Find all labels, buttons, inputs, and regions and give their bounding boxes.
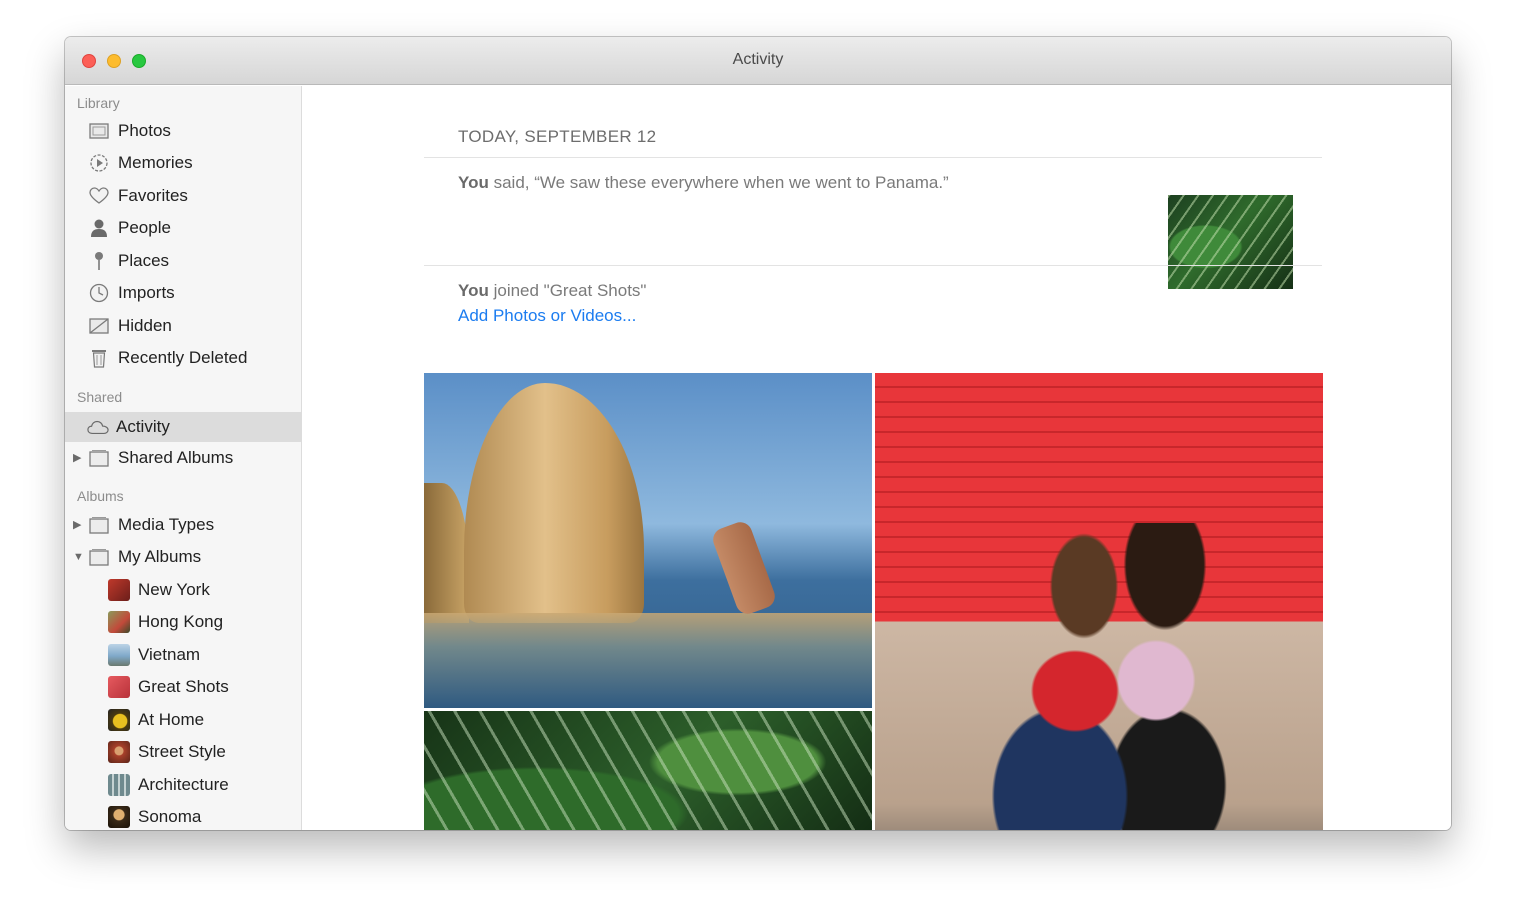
album-thumbnail — [108, 676, 130, 698]
shared-photo-red-wall[interactable] — [875, 373, 1323, 830]
sidebar-album-at-home[interactable]: At Home — [65, 705, 301, 735]
sidebar-item-recently-deleted[interactable]: Recently Deleted — [65, 343, 301, 373]
comment-text: said, “We saw these everywhere when we w… — [488, 173, 949, 192]
sidebar-album-street-style[interactable]: Street Style — [65, 737, 301, 767]
person-icon — [88, 218, 110, 238]
album-icon — [88, 547, 110, 567]
join-text: joined "Great Shots" — [488, 281, 647, 300]
albums-header: Albums — [77, 488, 124, 504]
sidebar-item-imports[interactable]: Imports — [65, 278, 301, 308]
photo-detail — [709, 518, 779, 618]
hidden-icon — [88, 316, 110, 336]
pin-icon — [88, 251, 110, 271]
sidebar-album-hong-kong[interactable]: Hong Kong — [65, 607, 301, 637]
photos-icon — [88, 121, 110, 141]
disclosure-collapsed-icon[interactable]: ▶ — [73, 518, 85, 532]
album-icon — [88, 448, 110, 468]
divider — [424, 157, 1322, 158]
album-thumbnail — [108, 644, 130, 666]
divider — [424, 265, 1322, 266]
sidebar-item-people[interactable]: People — [65, 213, 301, 243]
album-thumbnail — [108, 709, 130, 731]
comment-entry: You said, “We saw these everywhere when … — [458, 173, 949, 193]
sidebar-album-great-shots[interactable]: Great Shots — [65, 672, 301, 702]
title-bar: Activity — [65, 37, 1451, 85]
album-thumbnail — [108, 774, 130, 796]
sidebar: Library Photos Memories Favorites People — [65, 86, 302, 830]
album-thumbnail — [108, 741, 130, 763]
sidebar-item-hidden[interactable]: Hidden — [65, 311, 301, 341]
album-thumbnail — [108, 579, 130, 601]
sidebar-album-sonoma[interactable]: Sonoma — [65, 802, 301, 830]
shared-photo-cliff-diver[interactable] — [424, 373, 872, 708]
sidebar-album-architecture[interactable]: Architecture — [65, 770, 301, 800]
activity-feed: TODAY, SEPTEMBER 12 You said, “We saw th… — [303, 86, 1451, 830]
cloud-icon — [87, 417, 109, 437]
memories-icon — [88, 153, 110, 173]
add-photos-link[interactable]: Add Photos or Videos... — [458, 306, 636, 326]
comment-author: You — [458, 173, 489, 192]
disclosure-collapsed-icon[interactable]: ▶ — [73, 451, 85, 465]
shared-header: Shared — [77, 389, 123, 405]
photo-detail — [424, 483, 469, 623]
sidebar-item-memories[interactable]: Memories — [65, 148, 301, 178]
sidebar-item-media-types[interactable]: ▶ Media Types — [65, 510, 301, 540]
album-icon — [88, 515, 110, 535]
photo-detail — [464, 383, 644, 623]
album-thumbnail — [108, 806, 130, 828]
sidebar-item-favorites[interactable]: Favorites — [65, 181, 301, 211]
disclosure-expanded-icon[interactable]: ▼ — [73, 550, 85, 564]
photo-detail — [424, 613, 872, 708]
heart-icon — [88, 186, 110, 206]
comment-photo-thumbnail[interactable] — [1168, 195, 1293, 289]
join-entry: You joined "Great Shots" — [458, 281, 646, 301]
sidebar-item-activity[interactable]: Activity — [65, 412, 301, 442]
sidebar-item-photos[interactable]: Photos — [65, 116, 301, 146]
sidebar-item-places[interactable]: Places — [65, 246, 301, 276]
album-thumbnail — [108, 611, 130, 633]
join-author: You — [458, 281, 489, 300]
sidebar-album-vietnam[interactable]: Vietnam — [65, 640, 301, 670]
photo-detail — [970, 523, 1270, 830]
photos-window: Activity Library Photos Memories Favorit… — [65, 37, 1451, 830]
library-header: Library — [77, 95, 120, 111]
window-title: Activity — [732, 51, 784, 68]
sidebar-album-new-york[interactable]: New York — [65, 575, 301, 605]
shared-photo-palm-leaves[interactable] — [424, 711, 872, 830]
trash-icon — [88, 348, 110, 368]
sidebar-item-shared-albums[interactable]: ▶ Shared Albums — [65, 443, 301, 473]
date-header: TODAY, SEPTEMBER 12 — [458, 127, 657, 146]
sidebar-item-my-albums[interactable]: ▼ My Albums — [65, 542, 301, 572]
clock-icon — [88, 283, 110, 303]
